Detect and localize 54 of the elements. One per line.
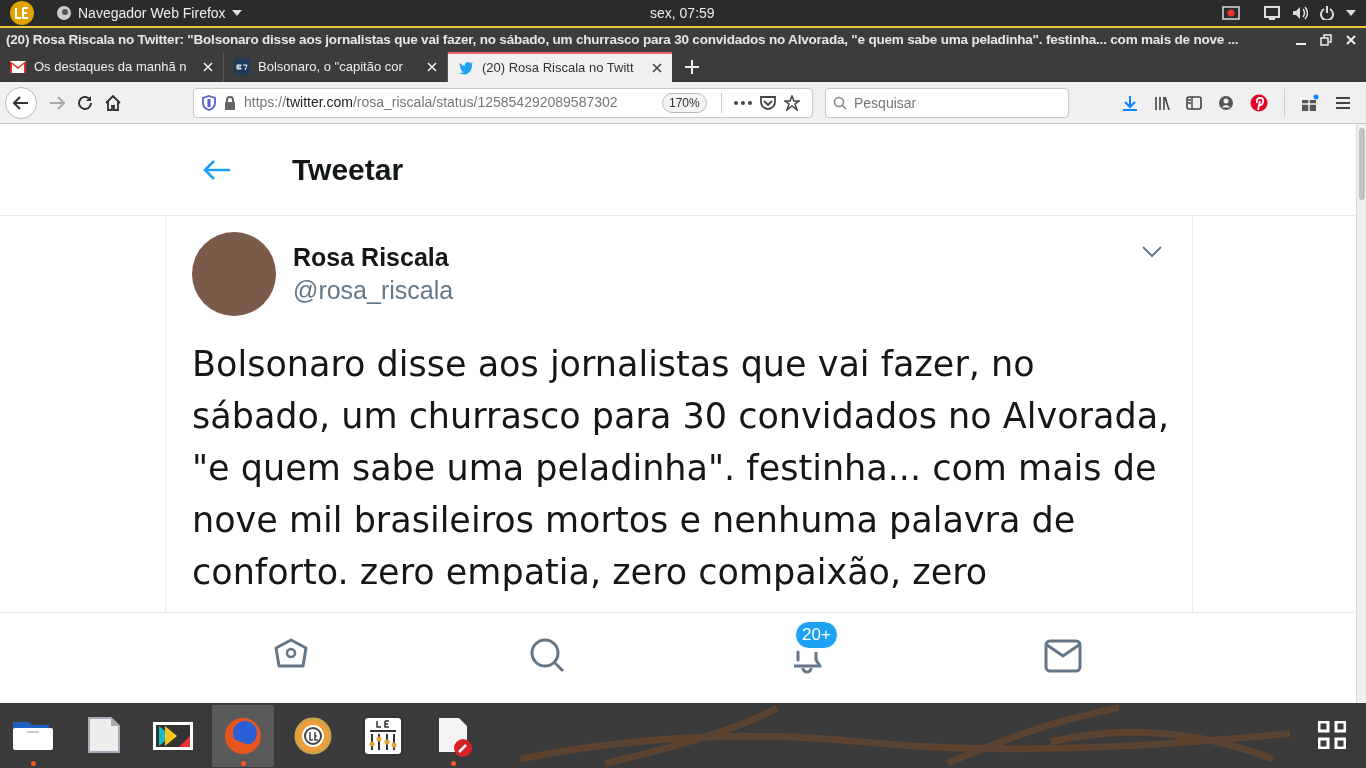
news-logo-icon (234, 59, 250, 75)
gift-icon[interactable] (1301, 93, 1319, 112)
zoom-indicator[interactable]: 170% (662, 92, 707, 113)
back-arrow-icon[interactable] (202, 157, 232, 182)
shield-icon (202, 94, 216, 111)
account-icon[interactable] (1218, 94, 1234, 111)
caret-icon (231, 10, 242, 16)
clock[interactable]: sex, 07:59 (650, 2, 715, 24)
pinterest-icon[interactable] (1250, 93, 1268, 112)
browser-tab[interactable]: (20) Rosa Riscala no Twitt (448, 52, 672, 82)
search-icon (833, 95, 847, 110)
back-button[interactable] (5, 86, 37, 119)
tab-title: Os destaques da manhã n (34, 58, 188, 77)
power-icon[interactable] (1320, 6, 1334, 20)
screen-recorder-icon[interactable] (1222, 5, 1240, 21)
library-icon[interactable] (1154, 95, 1170, 110)
download-icon[interactable] (1122, 94, 1138, 111)
bird-icon (458, 60, 474, 76)
search-field[interactable]: Pesquisar (825, 87, 1069, 118)
reload-icon[interactable] (77, 94, 93, 111)
more-icon[interactable] (733, 100, 752, 105)
tweet-text: Bolsonaro disse aos jornalistas que vai fazer, no sábado, um churrasco para 30 convidados no Alvorada, "e quem sabe uma peladinha". festinha... com mais de nove mil brasileiros mortos e nenhuma palavra de conforto. zero empatia, zero compaixão, zero (192, 343, 1171, 594)
distro-logo-icon[interactable] (10, 1, 34, 25)
back-arrow-icon (13, 95, 29, 110)
close-icon[interactable] (652, 63, 662, 73)
pocket-icon[interactable] (759, 95, 776, 110)
display-icon[interactable] (1264, 6, 1280, 20)
home-icon[interactable] (105, 94, 121, 111)
mixer-icon (361, 713, 405, 758)
caret-icon[interactable] (1346, 10, 1356, 16)
url-text: https://twitter.com/rosa_riscala/status/125854292089587302 (244, 93, 619, 112)
page-title: Tweetar (292, 152, 404, 188)
grid-icon[interactable] (1318, 721, 1346, 749)
chevron-down-icon[interactable] (1142, 246, 1162, 258)
menu-icon[interactable] (1335, 95, 1351, 110)
sidebar-icon[interactable] (1186, 95, 1202, 110)
tab-title: (20) Rosa Riscala no Twitt (482, 59, 635, 78)
lock-icon (224, 95, 236, 110)
search-icon[interactable] (529, 637, 567, 675)
mail-icon[interactable] (1044, 637, 1082, 675)
author-handle[interactable]: @rosa_riscala (293, 273, 454, 307)
star-icon[interactable] (783, 94, 800, 111)
mail-icon (10, 59, 26, 75)
volume-icon[interactable] (1292, 6, 1308, 20)
browser-icon (56, 5, 72, 21)
app-menu[interactable]: Navegador Web Firefox (78, 2, 226, 24)
url-bar[interactable]: https://twitter.com/rosa_riscala/status/125854292089587302 170% (193, 87, 813, 118)
restore-icon[interactable] (1320, 34, 1332, 46)
author-name[interactable]: Rosa Riscala (293, 241, 454, 273)
scrollbar[interactable] (1356, 124, 1366, 703)
window-title: (20) Rosa Riscala no Twitter: "Bolsonaro disse aos jornalistas que vai fazer, no sábado, um churrasco para 30 convidados no Alvorada, "e quem sabe uma peladinha". festinha... com mais de nove ... (6, 30, 1239, 49)
new-tab-icon[interactable] (685, 60, 699, 74)
tab-title: Bolsonaro, o "capitão cor (258, 58, 404, 77)
notification-badge: 20+ (795, 621, 838, 649)
